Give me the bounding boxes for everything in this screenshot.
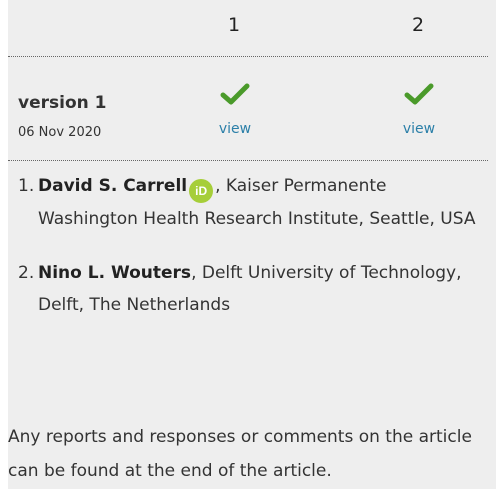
reviewer-column-2: 2: [411, 14, 425, 36]
author-name[interactable]: Nino L. Wouters: [38, 263, 191, 283]
check-icon: [404, 82, 434, 106]
author-item: 2. Nino L. Wouters, Delft University of …: [18, 257, 488, 321]
reports-note: Any reports and responses or comments on…: [8, 427, 472, 481]
view-review-2-link[interactable]: view: [389, 121, 449, 137]
version-date: 06 Nov 2020: [18, 125, 102, 140]
author-name[interactable]: David S. Carrell: [38, 176, 187, 196]
author-number: 2.: [18, 263, 35, 283]
version-row: version 1 06 Nov 2020 view view: [8, 57, 488, 161]
orcid-icon[interactable]: iD: [189, 179, 214, 203]
view-review-1-link[interactable]: view: [205, 121, 265, 137]
check-icon: [220, 82, 250, 106]
author-list: 1. David S. Carrell iD, Kaiser Permanente…: [18, 170, 488, 321]
reviewer-header-row: 1 2: [8, 0, 488, 57]
version-name: version 1: [18, 93, 107, 113]
review-status-panel: 1 2 version 1 06 Nov 2020 view view 1. D…: [8, 0, 496, 489]
author-number: 1.: [18, 176, 35, 196]
author-item: 1. David S. Carrell iD, Kaiser Permanente…: [18, 170, 488, 235]
reviewer-column-1: 1: [227, 14, 241, 36]
